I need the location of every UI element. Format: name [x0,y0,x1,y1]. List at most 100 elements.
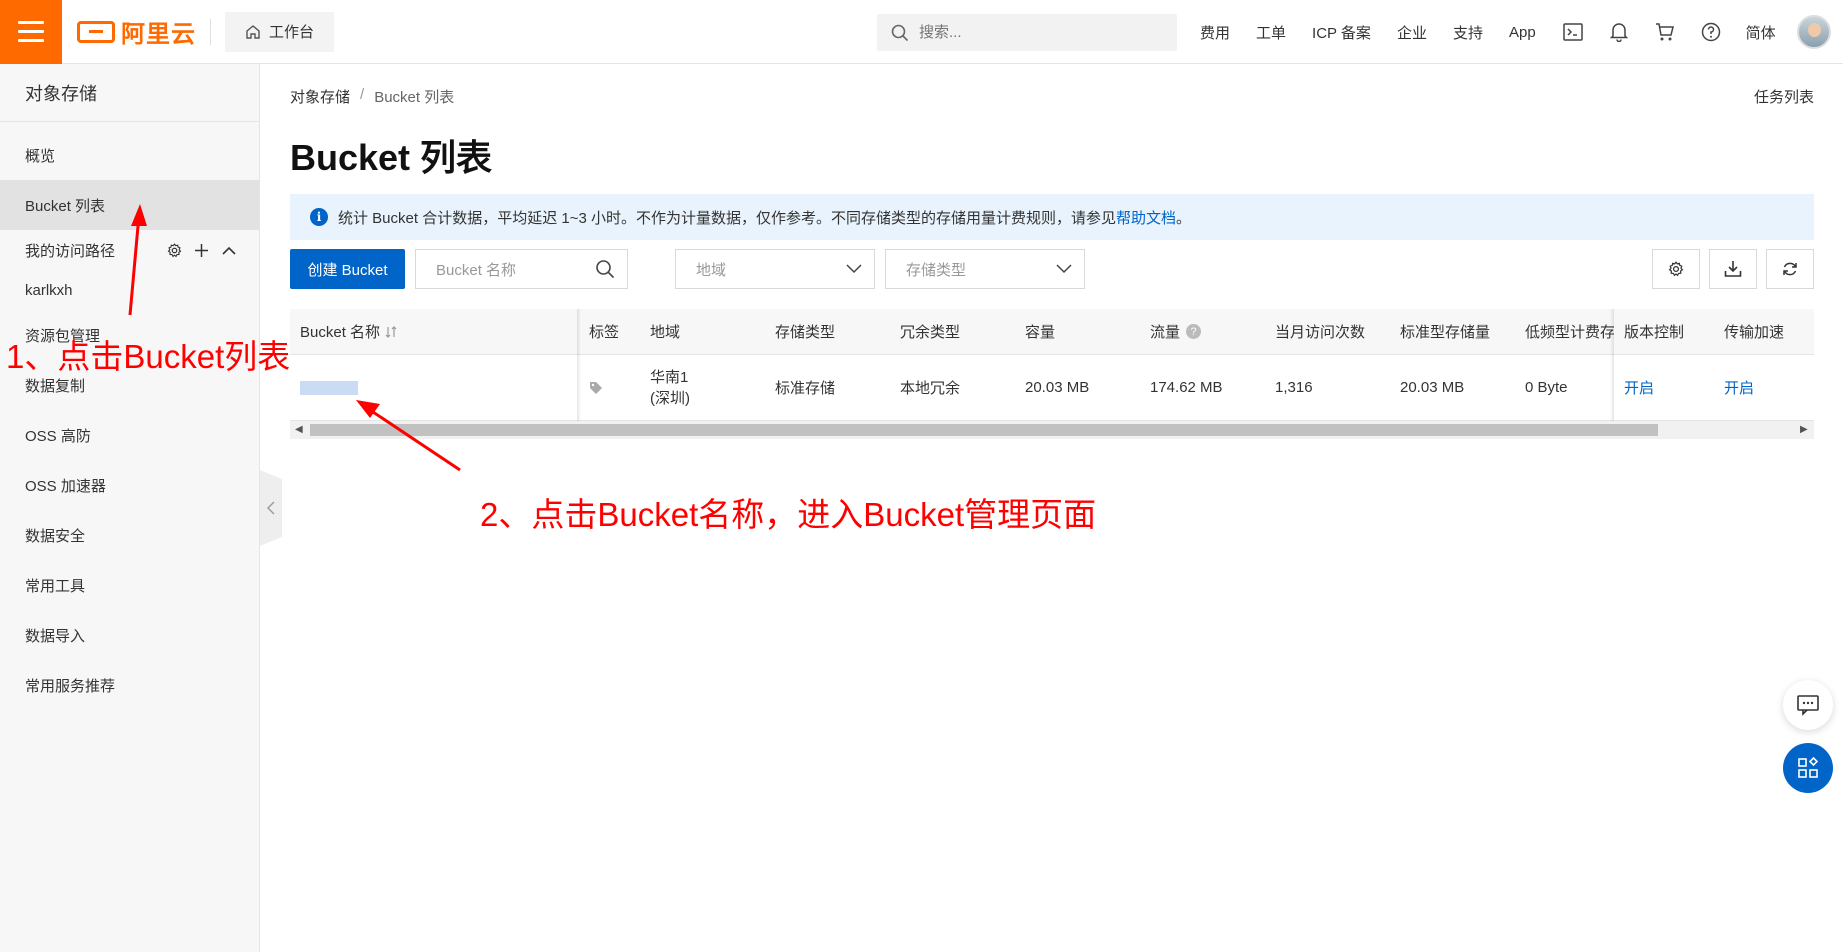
col-traffic-label: 流量 [1150,324,1181,341]
standard-storage-cell: 20.03 MB [1400,379,1465,396]
redundancy-cell: 本地冗余 [900,380,961,397]
sidebar-title: 对象存储 [0,64,259,122]
toolbar: 创建 Bucket Bucket 名称 地域 存储类型 [290,249,1814,289]
bell-icon[interactable] [1608,21,1630,43]
redacted-bucket-name[interactable] [300,380,358,395]
user-avatar[interactable] [1797,15,1831,49]
col-traffic: 流量 ? [1150,309,1250,354]
visits-cell: 1,316 [1275,379,1313,396]
sidebar-item-oss-ddos[interactable]: OSS 高防 [0,410,259,460]
tag-icon[interactable] [589,381,603,395]
bucket-name-link[interactable] [300,355,570,420]
sidebar-item-recommended[interactable]: 常用服务推荐 [0,660,259,710]
logo-text: 阿里云 [121,21,196,48]
storage-type-cell: 标准存储 [775,380,836,397]
chevron-up-icon[interactable] [221,243,237,258]
storage-type-placeholder: 存储类型 [906,261,967,279]
sidebar-item-data-import[interactable]: 数据导入 [0,610,259,660]
top-link-icp[interactable]: ICP 备案 [1312,22,1371,43]
top-link-enterprise[interactable]: 企业 [1397,22,1427,43]
hamburger-menu-button[interactable] [0,0,62,64]
bucket-table: Bucket 名称 标签 地域 存储类型 冗余类型 容量 流量 ? 当月访问次数… [290,309,1814,439]
col-ia-storage: 低频型计费存 [1525,324,1614,341]
sidebar-item-karlkxh[interactable]: karlkxh [0,270,259,310]
chat-button[interactable] [1783,680,1833,730]
aliyun-logo-mark [77,20,115,43]
sort-icon[interactable] [384,325,398,339]
chevron-down-icon [846,264,862,274]
bucket-name-search[interactable]: Bucket 名称 [415,249,628,289]
apps-icon [1798,756,1819,778]
notice-text: 统计 Bucket 合计数据，平均延迟 1~3 小时。不作为计量数据，仅作参考。… [338,207,1191,228]
acceleration-link[interactable]: 开启 [1724,355,1814,420]
ia-storage-cell: 0 Byte [1525,379,1568,396]
cart-icon[interactable] [1654,21,1676,43]
gear-icon[interactable] [167,242,182,258]
create-bucket-button[interactable]: 创建 Bucket [290,249,405,289]
top-link-support[interactable]: 支持 [1453,22,1483,43]
search-input[interactable] [919,24,1159,41]
sidebar-item-overview[interactable]: 概览 [0,130,259,180]
col-storage-type: 存储类型 [775,324,836,341]
chevron-down-icon [1056,264,1072,274]
download-button[interactable] [1709,249,1757,289]
breadcrumb-separator: / [360,86,365,103]
chevron-left-icon [267,501,275,515]
col-acceleration: 传输加速 [1724,324,1785,341]
versioning-link[interactable]: 开启 [1624,355,1714,420]
sidebar-collapse-handle[interactable] [260,470,282,546]
top-link-app[interactable]: App [1509,24,1536,41]
traffic-cell: 174.62 MB [1150,379,1223,396]
scroll-thumb[interactable] [310,424,1658,436]
top-links: 费用 工单 ICP 备案 企业 支持 App 简体 [1200,0,1802,64]
storage-type-select[interactable]: 存储类型 [885,249,1085,289]
top-link-fees[interactable]: 费用 [1200,22,1230,43]
breadcrumb: 对象存储 / Bucket 列表 [290,86,454,107]
info-notice: i 统计 Bucket 合计数据，平均延迟 1~3 小时。不作为计量数据，仅作参… [290,194,1814,240]
notice-body: 统计 Bucket 合计数据，平均延迟 1~3 小时。不作为计量数据，仅作参考。… [338,209,1116,227]
refresh-button[interactable] [1766,249,1814,289]
settings-button[interactable] [1652,249,1700,289]
sidebar-item-tools[interactable]: 常用工具 [0,560,259,610]
terminal-icon[interactable] [1562,21,1584,43]
workbench-label: 工作台 [269,24,315,41]
aliyun-logo[interactable]: 阿里云 [77,0,196,64]
home-icon [246,24,260,39]
workbench-button[interactable]: 工作台 [225,11,335,52]
breadcrumb-current: Bucket 列表 [374,89,455,106]
tag-cell[interactable] [589,355,639,420]
help-icon[interactable] [1700,21,1722,43]
col-tags: 标签 [589,324,620,341]
sidebar-item-data-security[interactable]: 数据安全 [0,510,259,560]
notice-end: 。 [1176,209,1192,227]
search-icon [891,24,909,41]
scroll-left-arrow[interactable]: ◀ [295,425,305,435]
region-line1: 华南1 [650,368,689,386]
help-doc-link[interactable]: 帮助文档 [1116,210,1176,227]
page-title: Bucket 列表 [290,137,493,178]
language-switch[interactable]: 简体 [1746,22,1776,43]
apps-button[interactable] [1783,743,1833,793]
group-actions [167,242,237,258]
sidebar-group-access-path[interactable]: 我的访问路径 [0,230,259,270]
global-search[interactable] [877,14,1177,51]
search-icon[interactable] [595,259,615,279]
horizontal-scrollbar[interactable]: ◀ ▶ [290,421,1814,439]
plus-icon[interactable] [194,243,209,258]
col-monthly-visits: 当月访问次数 [1275,324,1366,341]
sidebar-item-oss-accelerator[interactable]: OSS 加速器 [0,460,259,510]
region-cell: 华南1 (深圳) [650,355,750,420]
help-icon[interactable]: ? [1186,324,1202,339]
scroll-right-arrow[interactable]: ▶ [1800,425,1810,435]
info-icon: i [310,208,328,226]
sidebar: 对象存储 概览 Bucket 列表 我的访问路径 karlkxh 资源包管理 数… [0,64,260,952]
breadcrumb-root[interactable]: 对象存储 [290,86,350,107]
col-bucket-name[interactable]: Bucket 名称 [300,309,570,354]
region-placeholder: 地域 [696,261,727,279]
top-link-tickets[interactable]: 工单 [1256,22,1286,43]
col-redundancy: 冗余类型 [900,324,961,341]
task-list-link[interactable]: 任务列表 [1754,86,1814,107]
sidebar-item-bucket-list[interactable]: Bucket 列表 [0,180,259,230]
col-standard-storage: 标准型存储量 [1400,324,1491,341]
region-select[interactable]: 地域 [675,249,875,289]
